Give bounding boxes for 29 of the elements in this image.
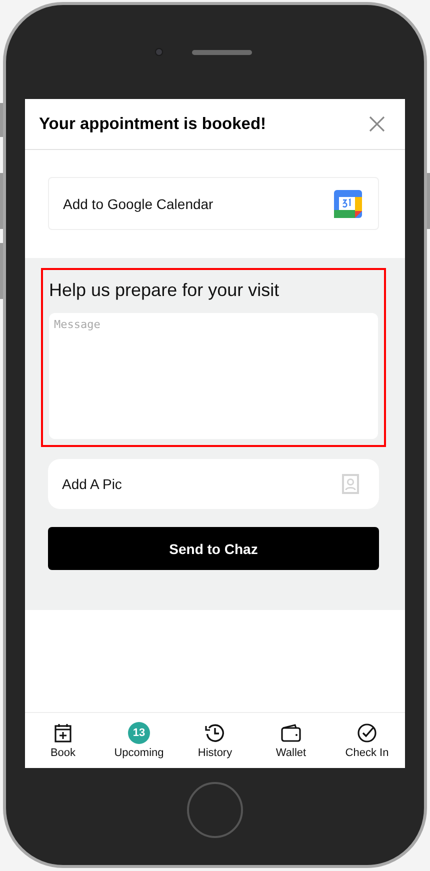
section-heading: Help us prepare for your visit [49,280,280,301]
portrait-icon [342,474,359,494]
history-icon [205,723,225,743]
count-badge: 13 [128,722,150,744]
check-circle-icon [357,723,377,743]
nav-label: Check In [345,747,389,759]
nav-label: Wallet [276,747,306,759]
card-label: Add A Pic [62,476,122,492]
message-field[interactable]: Message [49,313,378,439]
close-icon[interactable] [369,116,385,132]
nav-label: Upcoming [114,747,164,759]
wallet-icon [281,724,301,742]
nav-tab[interactable]: Check In [329,713,405,768]
home-button[interactable] [187,782,243,838]
screen-title: Your appointment is booked! [39,114,266,134]
send-button[interactable]: Send to Chaz [48,527,379,570]
nav-tab[interactable]: Book [25,713,101,768]
nav-label: Book [50,747,76,759]
camera-icon [154,48,162,56]
add-pic-card[interactable]: Add A Pic [48,459,379,509]
nav-tab[interactable]: History [177,713,253,768]
speaker-grille [192,50,252,54]
calendar-card[interactable]: Add to Google Calendar [48,177,379,230]
nav-tab[interactable]: Wallet [253,713,329,768]
calendar-icon [334,190,362,218]
nav-tab[interactable]: 13 Upcoming [101,713,177,768]
card-label: Add to Google Calendar [63,196,214,212]
nav-label: History [198,747,232,759]
calendar-plus-icon [54,723,72,743]
